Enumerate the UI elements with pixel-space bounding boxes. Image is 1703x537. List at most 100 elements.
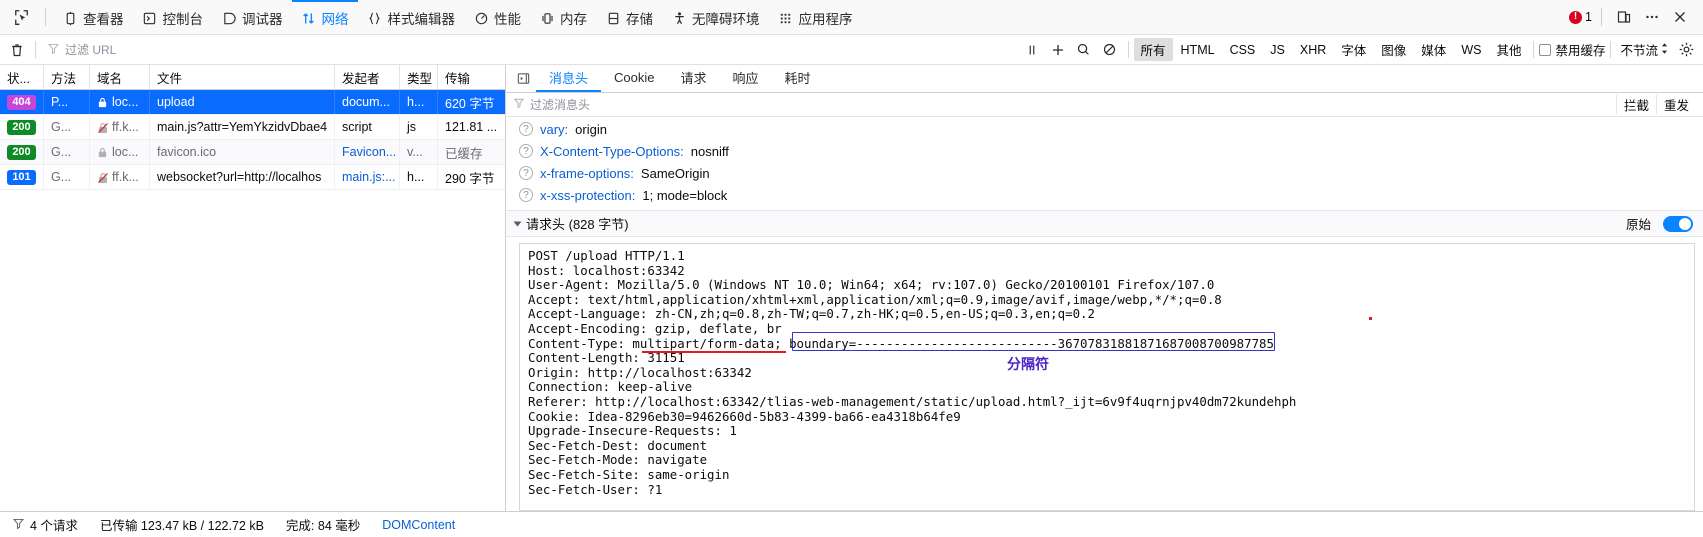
table-row[interactable]: 101 G... ff.k... websocket?url=http://lo… — [0, 165, 505, 190]
red-dot-marker — [1369, 317, 1372, 320]
request-headers-section-header[interactable]: 请求头 (828 字节) 原始 — [506, 210, 1703, 237]
trash-icon[interactable] — [4, 38, 30, 62]
tab-storage[interactable]: 存储 — [596, 0, 662, 35]
type-filter-font[interactable]: 字体 — [1334, 38, 1373, 61]
cell-initiator[interactable]: Favicon... — [335, 140, 400, 164]
table-row[interactable]: 404 P... loc... upload docum... h... 620… — [0, 90, 505, 115]
cell-domain: ff.k... — [90, 165, 150, 189]
multipart-red-underline — [642, 351, 786, 353]
network-toolbar: 过滤 URL 所有 HTML CSS JS XHR 字体 图像 媒体 WS 其他 — [0, 35, 1703, 65]
raw-headers-box[interactable]: POST /upload HTTP/1.1 Host: localhost:63… — [519, 243, 1695, 511]
list-item[interactable]: ? vary: origin — [506, 118, 1703, 140]
tab-request[interactable]: 请求 — [667, 65, 719, 92]
devtools-window: 查看器 控制台 调试器 网络 样式编辑器 性能 内存 存储 无障碍环境 应用程序… — [0, 0, 1703, 537]
headers-filter-input[interactable]: 过滤消息头 — [530, 96, 1611, 113]
tab-debugger-label: 调试器 — [242, 12, 283, 27]
type-filter-html[interactable]: HTML — [1174, 41, 1222, 59]
list-item[interactable]: ? X-Content-Type-Options: nosniff — [506, 140, 1703, 162]
help-icon[interactable]: ? — [519, 188, 533, 202]
more-options-icon[interactable] — [1639, 4, 1665, 30]
raw-toggle-switch[interactable] — [1663, 215, 1693, 232]
column-header-type[interactable]: 类型 — [400, 65, 438, 89]
headers-actions: 拦截 重发 — [1615, 95, 1696, 114]
tab-style-editor[interactable]: 样式编辑器 — [358, 0, 465, 35]
disable-cache-checkbox[interactable]: 禁用缓存 — [1539, 40, 1605, 59]
type-filter-css[interactable]: CSS — [1223, 41, 1263, 59]
help-icon[interactable]: ? — [519, 122, 533, 136]
header-name: X-Content-Type-Options: — [540, 143, 684, 159]
tab-response[interactable]: 响应 — [720, 65, 772, 92]
cell-initiator[interactable]: main.js:... — [335, 165, 400, 189]
responsive-design-mode-icon[interactable] — [1611, 4, 1637, 30]
filter-url-input[interactable]: 过滤 URL — [41, 40, 1019, 60]
toolbar-divider-4 — [1610, 41, 1612, 58]
tab-application-label: 应用程序 — [798, 12, 853, 27]
column-header-domain[interactable]: 域名 — [90, 65, 150, 89]
domcontent-label: DOMContent — [382, 517, 456, 532]
resend-request-button[interactable]: 重发 — [1655, 95, 1696, 114]
column-header-file[interactable]: 文件 — [150, 65, 335, 89]
close-icon[interactable] — [1667, 4, 1693, 30]
tab-memory[interactable]: 内存 — [530, 0, 596, 35]
block-icon[interactable] — [1097, 38, 1123, 62]
tab-headers[interactable]: 消息头 — [536, 65, 602, 92]
tab-timings[interactable]: 耗时 — [772, 65, 824, 92]
new-request-icon[interactable] — [1045, 38, 1071, 62]
column-header-method[interactable]: 方法 — [44, 65, 90, 89]
cell-initiator: script — [335, 115, 400, 139]
tab-accessibility-label: 无障碍环境 — [692, 12, 760, 27]
gear-icon[interactable] — [1673, 38, 1699, 62]
toolbar-divider-right — [1601, 8, 1602, 26]
tab-application[interactable]: 应用程序 — [769, 0, 862, 35]
disable-cache-label: 禁用缓存 — [1555, 44, 1606, 58]
cell-transfer: 620 字节 — [438, 90, 505, 114]
panel-toggle-icon[interactable] — [510, 65, 536, 92]
tab-network[interactable]: 网络 — [291, 0, 358, 35]
request-details-pane: 消息头 Cookie 请求 响应 耗时 过滤消息头 拦截 重发 ? vary: … — [506, 65, 1703, 511]
chevron-down-icon[interactable] — [513, 221, 522, 226]
type-filter-js[interactable]: JS — [1263, 41, 1292, 59]
help-icon[interactable]: ? — [519, 144, 533, 158]
boundary-blue-box — [792, 332, 1275, 351]
tab-performance[interactable]: 性能 — [464, 0, 530, 35]
request-headers-title: 请求头 (828 字节) — [526, 217, 629, 232]
type-filter-list: 所有 HTML CSS JS XHR 字体 图像 媒体 WS 其他 — [1133, 38, 1529, 61]
tab-debugger[interactable]: 调试器 — [212, 0, 292, 35]
help-icon[interactable]: ? — [519, 166, 533, 180]
element-picker-icon[interactable] — [6, 4, 36, 30]
inspector-icon — [62, 10, 78, 26]
tab-accessibility[interactable]: 无障碍环境 — [662, 0, 769, 35]
header-value: nosniff — [690, 143, 729, 159]
type-filter-all[interactable]: 所有 — [1133, 38, 1173, 61]
style-editor-icon — [367, 10, 383, 26]
status-filter-icon-wrap[interactable]: 4 个请求 — [8, 515, 89, 534]
column-header-transfer[interactable]: 传输 — [438, 65, 508, 89]
lock-icon — [97, 147, 108, 158]
type-filter-ws[interactable]: WS — [1454, 41, 1488, 59]
error-count-badge[interactable]: ! 1 — [1569, 10, 1592, 24]
pause-icon[interactable] — [1019, 38, 1045, 62]
tab-inspector[interactable]: 查看器 — [53, 0, 133, 35]
block-request-button[interactable]: 拦截 — [1615, 95, 1656, 114]
column-header-initiator[interactable]: 发起者 — [335, 65, 400, 89]
tab-console[interactable]: 控制台 — [133, 0, 213, 35]
type-filter-media[interactable]: 媒体 — [1414, 38, 1453, 61]
tab-network-label: 网络 — [321, 12, 349, 27]
tab-cookies[interactable]: Cookie — [601, 65, 667, 92]
list-item[interactable]: ? x-xss-protection: 1; mode=block — [506, 184, 1703, 206]
type-filter-other[interactable]: 其他 — [1489, 38, 1528, 61]
throttle-dropdown[interactable]: 不节流 — [1616, 40, 1673, 59]
table-row[interactable]: 200 G... loc... favicon.ico Favicon... v… — [0, 140, 505, 165]
search-icon[interactable] — [1071, 38, 1097, 62]
cell-domain-label: loc... — [112, 145, 139, 159]
cell-initiator: docum... — [335, 90, 400, 114]
list-item[interactable]: ? x-frame-options: SameOrigin — [506, 162, 1703, 184]
header-name: vary: — [540, 121, 569, 137]
storage-icon — [605, 10, 621, 26]
table-row[interactable]: 200 G... ff.k... main.js?attr=YemYkzidvD… — [0, 115, 505, 140]
cell-file: favicon.ico — [150, 140, 335, 164]
column-header-status[interactable]: 状... — [0, 65, 44, 89]
type-filter-image[interactable]: 图像 — [1374, 38, 1413, 61]
type-filter-xhr[interactable]: XHR — [1293, 41, 1333, 59]
cell-method: G... — [44, 165, 90, 189]
